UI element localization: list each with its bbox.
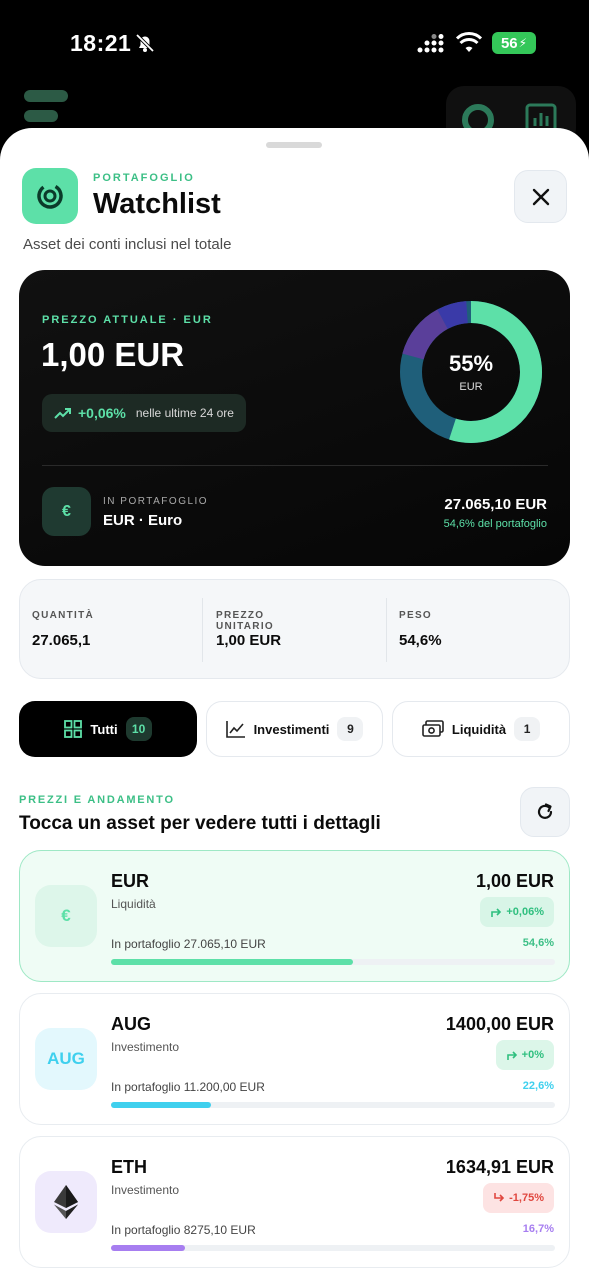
cash-icon xyxy=(422,720,444,737)
status-time: 18:21 xyxy=(70,30,132,56)
asset-change: +0% xyxy=(521,1049,544,1061)
current-price: 1,00 EUR xyxy=(41,336,185,373)
tab-all[interactable]: Tutti 10 xyxy=(19,701,197,757)
in-portfolio-asset: EUR · Euro xyxy=(103,512,183,529)
donut-percent: 55% xyxy=(448,351,494,376)
eth-logo xyxy=(35,1171,97,1233)
current-price-label: PREZZO ATTUALE · EUR xyxy=(42,314,213,326)
asset-holding: In portafoglio 27.065,10 EUR xyxy=(111,937,266,951)
asset-card-aug[interactable]: AUG AUG Investimento 1400,00 EUR +0% In … xyxy=(19,993,570,1125)
allocation-bar xyxy=(111,1245,555,1251)
line-chart-icon xyxy=(225,721,245,738)
asset-holding: In portafoglio 11.200,00 EUR xyxy=(111,1080,265,1094)
portfolio-share: 54,6% del portafoglio xyxy=(443,518,547,530)
asset-change-badge: +0,06% xyxy=(480,897,554,927)
arrow-up-right-icon xyxy=(491,908,502,917)
asset-symbol: AUG xyxy=(111,1014,151,1034)
allocation-bar xyxy=(111,959,555,965)
price-change-percent: +0,06% xyxy=(78,405,126,421)
asset-holding: In portafoglio 8275,10 EUR xyxy=(111,1223,256,1237)
cellular-signal-icon xyxy=(417,34,444,53)
donut-center: 55% EUR xyxy=(397,297,545,447)
asset-card-eth[interactable]: ETH Investimento 1634,91 EUR -1,75% In p… xyxy=(19,1136,570,1268)
tab-count: 10 xyxy=(125,717,152,741)
asset-share: 54,6% xyxy=(522,937,554,949)
in-portfolio-label: IN PORTAFOGLIO xyxy=(103,496,209,507)
battery-indicator: 56 ⚡ xyxy=(492,32,536,54)
refresh-icon xyxy=(537,803,553,819)
portfolio-amount: 27.065,10 EUR xyxy=(444,496,547,513)
tab-count: 1 xyxy=(514,717,541,741)
stat-value: 1,00 EUR xyxy=(216,632,282,649)
section-kicker: PREZZI E ANDAMENTO xyxy=(19,794,175,806)
asset-card-eur[interactable]: € EUR Liquidità 1,00 EUR +0,06% In porta… xyxy=(19,850,570,982)
asset-symbol: ETH xyxy=(111,1157,147,1177)
watchlist-sheet: PORTAFOGLIO Watchlist Asset dei conti in… xyxy=(0,128,589,1280)
stat-divider xyxy=(202,598,203,662)
tab-investments[interactable]: Investimenti 9 xyxy=(206,701,383,757)
header-subtitle: Asset dei conti inclusi nel totale xyxy=(23,236,232,253)
asset-symbol: EUR xyxy=(111,871,150,891)
asset-summary-card: PREZZO ATTUALE · EUR 1,00 EUR +0,06% nel… xyxy=(19,270,570,566)
price-change-period: nelle ultime 24 ore xyxy=(135,406,234,420)
asset-share: 16,7% xyxy=(522,1223,554,1235)
asset-type: Investimento xyxy=(111,1183,180,1197)
tab-label: Tutti xyxy=(90,721,118,737)
eth-diamond-icon xyxy=(54,1185,78,1219)
card-divider xyxy=(42,465,548,466)
charging-bolt-icon: ⚡ xyxy=(518,36,528,50)
asset-price: 1,00 EUR xyxy=(475,871,554,891)
arrow-down-right-icon xyxy=(494,1193,505,1202)
tab-label: Investimenti xyxy=(253,721,330,737)
grid-icon xyxy=(64,720,83,738)
close-icon xyxy=(532,188,549,205)
allocation-fill xyxy=(111,1102,211,1108)
header-kicker: PORTAFOGLIO xyxy=(93,172,195,184)
euro-logo-icon: € xyxy=(35,885,97,947)
allocation-fill xyxy=(111,1245,185,1251)
asset-type: Liquidità xyxy=(111,897,156,911)
sheet-grabber[interactable] xyxy=(266,142,322,148)
euro-icon: € xyxy=(42,487,91,536)
stat-label: PREZZO UNITARIO xyxy=(216,610,274,632)
stat-value: 54,6% xyxy=(399,632,442,649)
stat-divider xyxy=(386,598,387,662)
wifi-icon xyxy=(456,32,482,52)
asset-change-badge: -1,75% xyxy=(483,1183,554,1213)
asset-share: 22,6% xyxy=(522,1080,554,1092)
asset-change: -1,75% xyxy=(509,1192,544,1204)
stat-label: QUANTITÀ xyxy=(32,610,95,621)
stat-value: 27.065,1 xyxy=(32,632,91,649)
page-title: Watchlist xyxy=(93,188,221,220)
allocation-fill xyxy=(111,959,353,965)
section-title: Tocca un asset per vedere tutti i dettag… xyxy=(19,813,381,834)
refresh-button[interactable] xyxy=(520,787,570,837)
donut-currency: EUR xyxy=(459,381,483,393)
watchlist-logo xyxy=(22,168,78,224)
battery-level: 56 xyxy=(500,34,518,52)
asset-price: 1400,00 EUR xyxy=(445,1014,554,1034)
asset-stats: QUANTITÀ 27.065,1 PREZZO UNITARIO 1,00 E… xyxy=(19,579,570,679)
asset-change-badge: +0% xyxy=(495,1040,554,1070)
tab-label: Liquidità xyxy=(451,721,507,737)
close-button[interactable] xyxy=(514,170,567,223)
tab-count: 9 xyxy=(337,717,364,741)
asset-price: 1634,91 EUR xyxy=(445,1157,554,1177)
bell-off-icon xyxy=(135,33,155,53)
allocation-bar xyxy=(111,1102,555,1108)
menu-icon[interactable] xyxy=(22,90,70,126)
status-bar: 18:21 56 ⚡ xyxy=(0,0,589,90)
asset-change: +0,06% xyxy=(506,906,544,918)
target-icon xyxy=(37,183,63,209)
arrow-up-right-icon xyxy=(506,1051,517,1060)
tab-liquidity[interactable]: Liquidità 1 xyxy=(392,701,570,757)
aug-logo-icon: AUG xyxy=(35,1028,97,1090)
stat-label: PESO xyxy=(399,610,432,621)
price-change-badge: +0,06% nelle ultime 24 ore xyxy=(42,394,246,432)
trend-up-icon xyxy=(54,408,71,419)
asset-type: Investimento xyxy=(111,1040,180,1054)
